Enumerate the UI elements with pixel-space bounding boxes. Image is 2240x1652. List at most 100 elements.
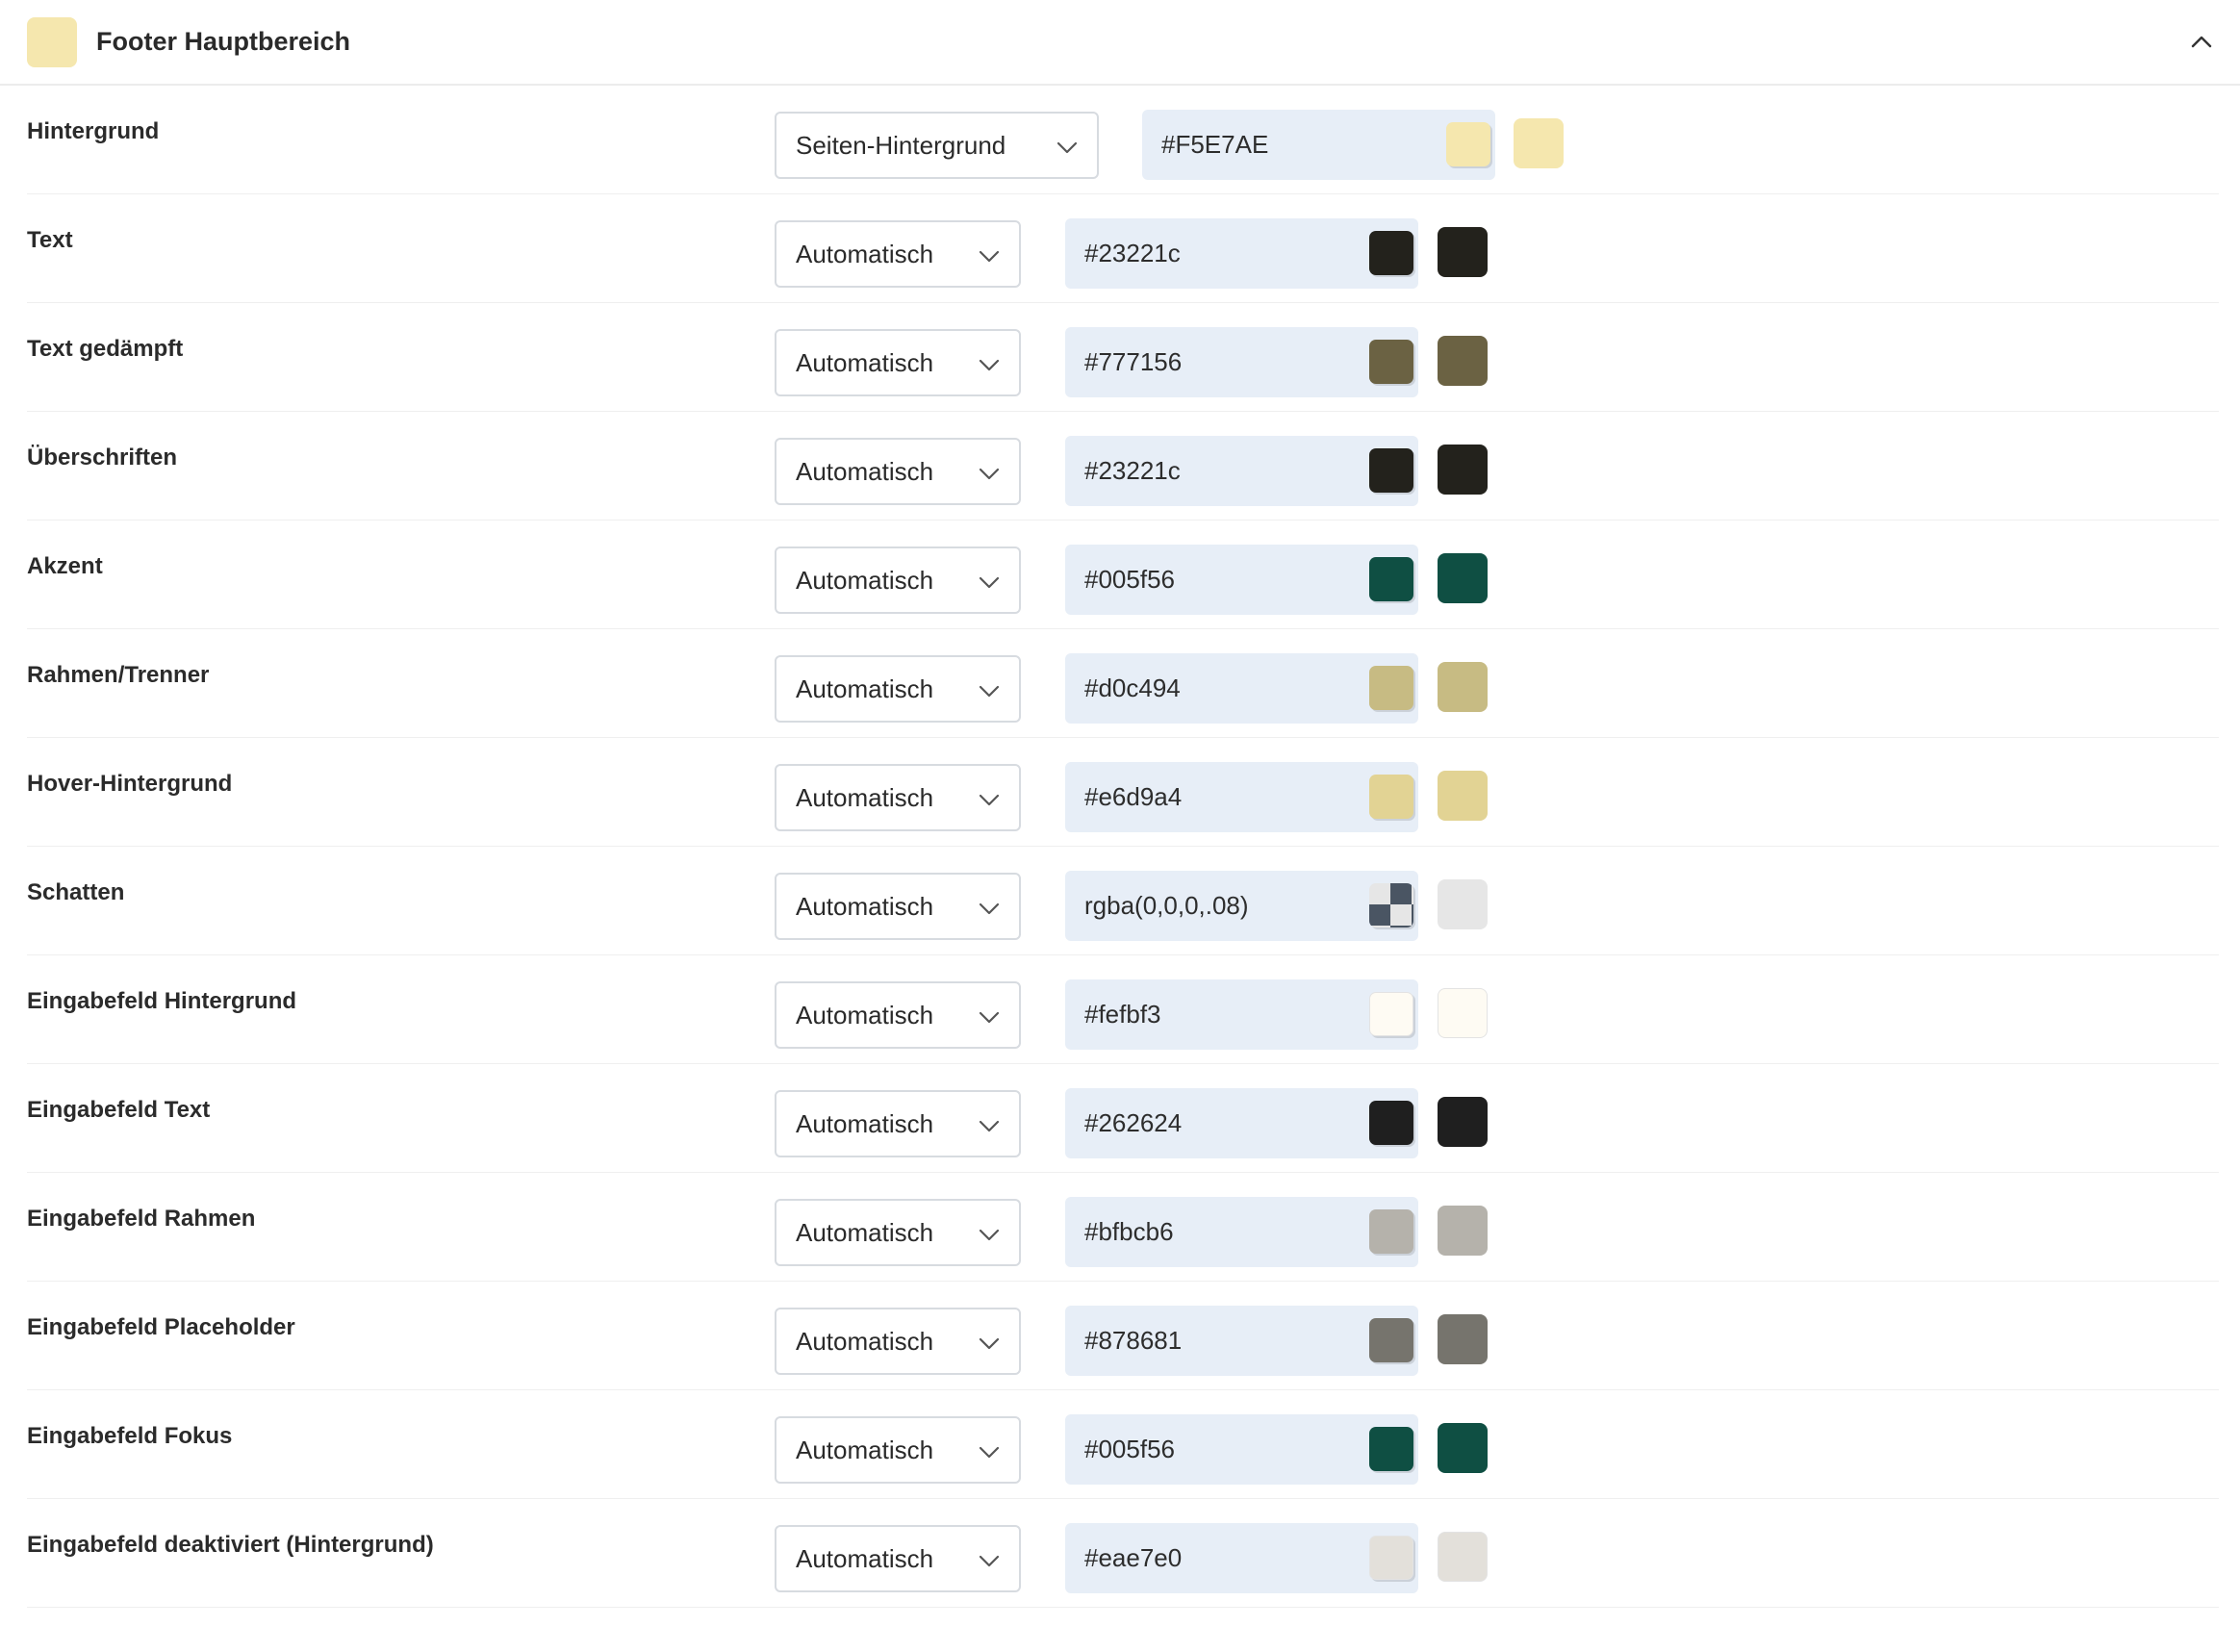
row-label: Eingabefeld Fokus xyxy=(27,1423,233,1449)
color-value-text: #777156 xyxy=(1084,347,1183,376)
color-picker-swatch[interactable] xyxy=(1369,1101,1413,1145)
select-value: Automatisch xyxy=(796,347,934,377)
color-value-input[interactable]: #777156 xyxy=(1065,327,1418,397)
source-select[interactable]: Automatisch xyxy=(775,1416,1021,1484)
color-row-eingabefeld-deaktiviert: Eingabefeld deaktiviert (Hintergrund) Au… xyxy=(27,1499,2219,1608)
chevron-down-icon xyxy=(979,1337,1000,1350)
color-picker-swatch[interactable] xyxy=(1369,1536,1413,1580)
color-row-hover-hintergrund: Hover-Hintergrund Automatisch #e6d9a4 xyxy=(27,738,2219,847)
color-value-input[interactable]: #F5E7AE xyxy=(1142,110,1495,180)
select-value: Automatisch xyxy=(796,782,934,812)
color-picker-swatch[interactable] xyxy=(1369,666,1413,710)
chevron-down-icon xyxy=(979,902,1000,915)
source-select[interactable]: Automatisch xyxy=(775,655,1021,723)
row-label: Akzent xyxy=(27,553,103,579)
chevron-down-icon xyxy=(979,359,1000,371)
color-value-input[interactable]: #bfbcb6 xyxy=(1065,1197,1418,1267)
color-value-input[interactable]: #d0c494 xyxy=(1065,653,1418,724)
source-select[interactable]: Automatisch xyxy=(775,981,1021,1049)
color-row-eingabefeld-fokus: Eingabefeld Fokus Automatisch #005f56 xyxy=(27,1390,2219,1499)
color-value-text: #005f56 xyxy=(1084,1435,1175,1463)
source-select[interactable]: Automatisch xyxy=(775,1525,1021,1592)
source-select[interactable]: Automatisch xyxy=(775,329,1021,396)
select-value: Automatisch xyxy=(796,1435,934,1464)
source-select[interactable]: Automatisch xyxy=(775,764,1021,831)
chevron-down-icon xyxy=(979,250,1000,263)
select-value: Automatisch xyxy=(796,1543,934,1573)
color-preview-swatch[interactable] xyxy=(1438,227,1488,277)
color-picker-swatch[interactable] xyxy=(1369,775,1413,819)
color-preview-swatch[interactable] xyxy=(1438,553,1488,603)
header-color-swatch xyxy=(27,16,77,67)
color-preview-swatch[interactable] xyxy=(1438,771,1488,821)
color-rows: Hintergrund Seiten-Hintergrund #F5E7AE T… xyxy=(0,86,2240,1608)
select-value: Automatisch xyxy=(796,674,934,703)
chevron-down-icon xyxy=(979,794,1000,806)
color-value-input[interactable]: rgba(0,0,0,.08) xyxy=(1065,871,1418,941)
select-value: Seiten-Hintergrund xyxy=(796,130,1006,160)
row-label: Eingabefeld Text xyxy=(27,1097,211,1123)
color-value-input[interactable]: #e6d9a4 xyxy=(1065,762,1418,832)
color-picker-swatch[interactable] xyxy=(1369,883,1413,928)
chevron-down-icon xyxy=(979,576,1000,589)
color-picker-swatch[interactable] xyxy=(1369,1209,1413,1254)
color-preview-swatch[interactable] xyxy=(1438,879,1488,929)
section-header[interactable]: Footer Hauptbereich xyxy=(0,0,2240,86)
color-value-input[interactable]: #fefbf3 xyxy=(1065,979,1418,1050)
color-row-eingabefeld-text: Eingabefeld Text Automatisch #262624 xyxy=(27,1064,2219,1173)
color-picker-swatch[interactable] xyxy=(1369,231,1413,275)
color-row-rahmen-trenner: Rahmen/Trenner Automatisch #d0c494 xyxy=(27,629,2219,738)
color-picker-swatch[interactable] xyxy=(1369,557,1413,601)
color-preview-swatch[interactable] xyxy=(1438,1532,1488,1582)
row-label: Eingabefeld Rahmen xyxy=(27,1206,256,1232)
source-select[interactable]: Seiten-Hintergrund xyxy=(775,112,1099,179)
color-value-input[interactable]: #eae7e0 xyxy=(1065,1523,1418,1593)
color-preview-swatch[interactable] xyxy=(1438,1097,1488,1147)
color-preview-swatch[interactable] xyxy=(1514,118,1564,168)
source-select[interactable]: Automatisch xyxy=(775,546,1021,614)
source-select[interactable]: Automatisch xyxy=(775,1308,1021,1375)
color-picker-swatch[interactable] xyxy=(1369,992,1413,1036)
color-value-input[interactable]: #23221c xyxy=(1065,436,1418,506)
color-value-input[interactable]: #005f56 xyxy=(1065,545,1418,615)
source-select[interactable]: Automatisch xyxy=(775,438,1021,505)
color-preview-swatch[interactable] xyxy=(1438,1423,1488,1473)
color-row-text-gedaempft: Text gedämpft Automatisch #777156 xyxy=(27,303,2219,412)
color-value-text: #e6d9a4 xyxy=(1084,782,1183,811)
color-picker-swatch[interactable] xyxy=(1369,1318,1413,1362)
chevron-down-icon xyxy=(979,1229,1000,1241)
color-preview-swatch[interactable] xyxy=(1438,988,1488,1038)
color-preview-swatch[interactable] xyxy=(1438,1314,1488,1364)
color-preview-swatch[interactable] xyxy=(1438,1206,1488,1256)
color-value-input[interactable]: #878681 xyxy=(1065,1306,1418,1376)
color-row-akzent: Akzent Automatisch #005f56 xyxy=(27,521,2219,629)
chevron-down-icon xyxy=(979,468,1000,480)
color-row-text: Text Automatisch #23221c xyxy=(27,194,2219,303)
row-label: Hover-Hintergrund xyxy=(27,771,233,797)
color-preview-swatch[interactable] xyxy=(1438,445,1488,495)
source-select[interactable]: Automatisch xyxy=(775,1199,1021,1266)
color-picker-swatch[interactable] xyxy=(1369,448,1413,493)
color-value-input[interactable]: #005f56 xyxy=(1065,1414,1418,1485)
color-value-text: #bfbcb6 xyxy=(1084,1217,1174,1246)
color-preview-swatch[interactable] xyxy=(1438,662,1488,712)
color-row-eingabefeld-placeholder: Eingabefeld Placeholder Automatisch #878… xyxy=(27,1282,2219,1390)
source-select[interactable]: Automatisch xyxy=(775,1090,1021,1157)
chevron-down-icon xyxy=(979,685,1000,698)
color-preview-swatch[interactable] xyxy=(1438,336,1488,386)
color-value-text: #d0c494 xyxy=(1084,674,1181,702)
chevron-down-icon xyxy=(1056,141,1078,154)
select-value: Automatisch xyxy=(796,239,934,268)
color-picker-swatch[interactable] xyxy=(1446,122,1490,166)
chevron-up-icon[interactable] xyxy=(2186,27,2217,58)
color-value-input[interactable]: #262624 xyxy=(1065,1088,1418,1158)
source-select[interactable]: Automatisch xyxy=(775,873,1021,940)
color-value-text: rgba(0,0,0,.08) xyxy=(1084,891,1249,920)
row-label: Eingabefeld Placeholder xyxy=(27,1314,295,1340)
color-picker-swatch[interactable] xyxy=(1369,1427,1413,1471)
select-value: Automatisch xyxy=(796,456,934,486)
color-value-input[interactable]: #23221c xyxy=(1065,218,1418,289)
chevron-down-icon xyxy=(979,1011,1000,1024)
color-picker-swatch[interactable] xyxy=(1369,340,1413,384)
source-select[interactable]: Automatisch xyxy=(775,220,1021,288)
